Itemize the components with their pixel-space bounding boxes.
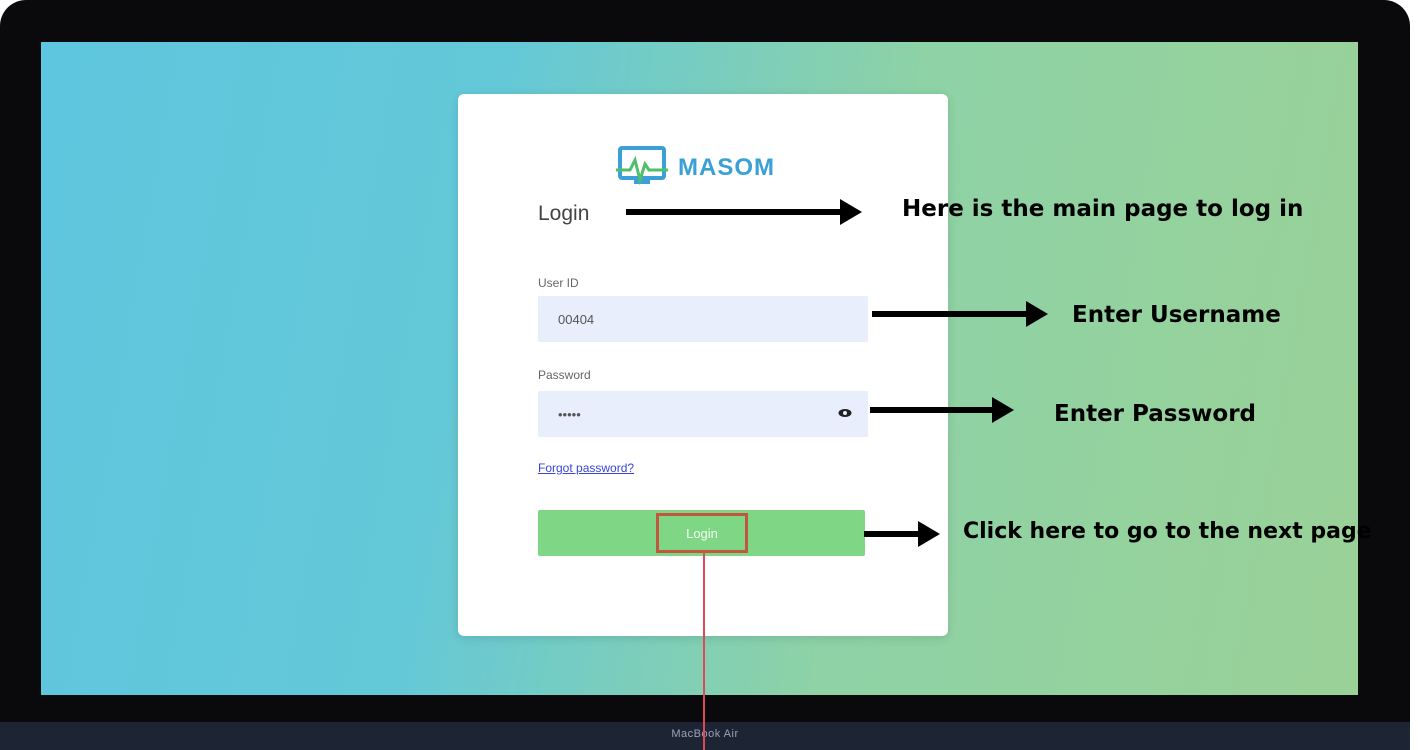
pointer-line xyxy=(703,552,705,750)
laptop-model-label: MacBook Air xyxy=(671,728,739,740)
login-button-label: Login xyxy=(656,513,748,553)
password-input[interactable] xyxy=(538,391,868,437)
forgot-password-link[interactable]: Forgot password? xyxy=(538,461,634,475)
brand-logo: MASOM xyxy=(616,146,786,190)
annotation-next-page: Click here to go to the next page xyxy=(963,519,1372,544)
username-input[interactable] xyxy=(538,296,868,342)
password-label: Password xyxy=(538,368,591,382)
login-button[interactable]: Login xyxy=(538,510,865,556)
login-heading: Login xyxy=(538,202,590,225)
annotation-username: Enter Username xyxy=(1072,302,1281,328)
username-label: User ID xyxy=(538,276,579,290)
arrow-main-page xyxy=(626,199,862,225)
eye-icon[interactable] xyxy=(838,407,852,419)
app-screen: MASOM Login User ID Password Forgot pass… xyxy=(41,42,1358,695)
monitor-heartbeat-icon xyxy=(616,146,668,186)
arrow-password xyxy=(870,397,1014,423)
annotation-password: Enter Password xyxy=(1054,401,1257,427)
arrow-username xyxy=(872,301,1048,327)
arrow-next-page xyxy=(864,521,940,547)
annotation-main-page: Here is the main page to log in xyxy=(902,196,1304,222)
brand-name: MASOM xyxy=(678,154,775,181)
